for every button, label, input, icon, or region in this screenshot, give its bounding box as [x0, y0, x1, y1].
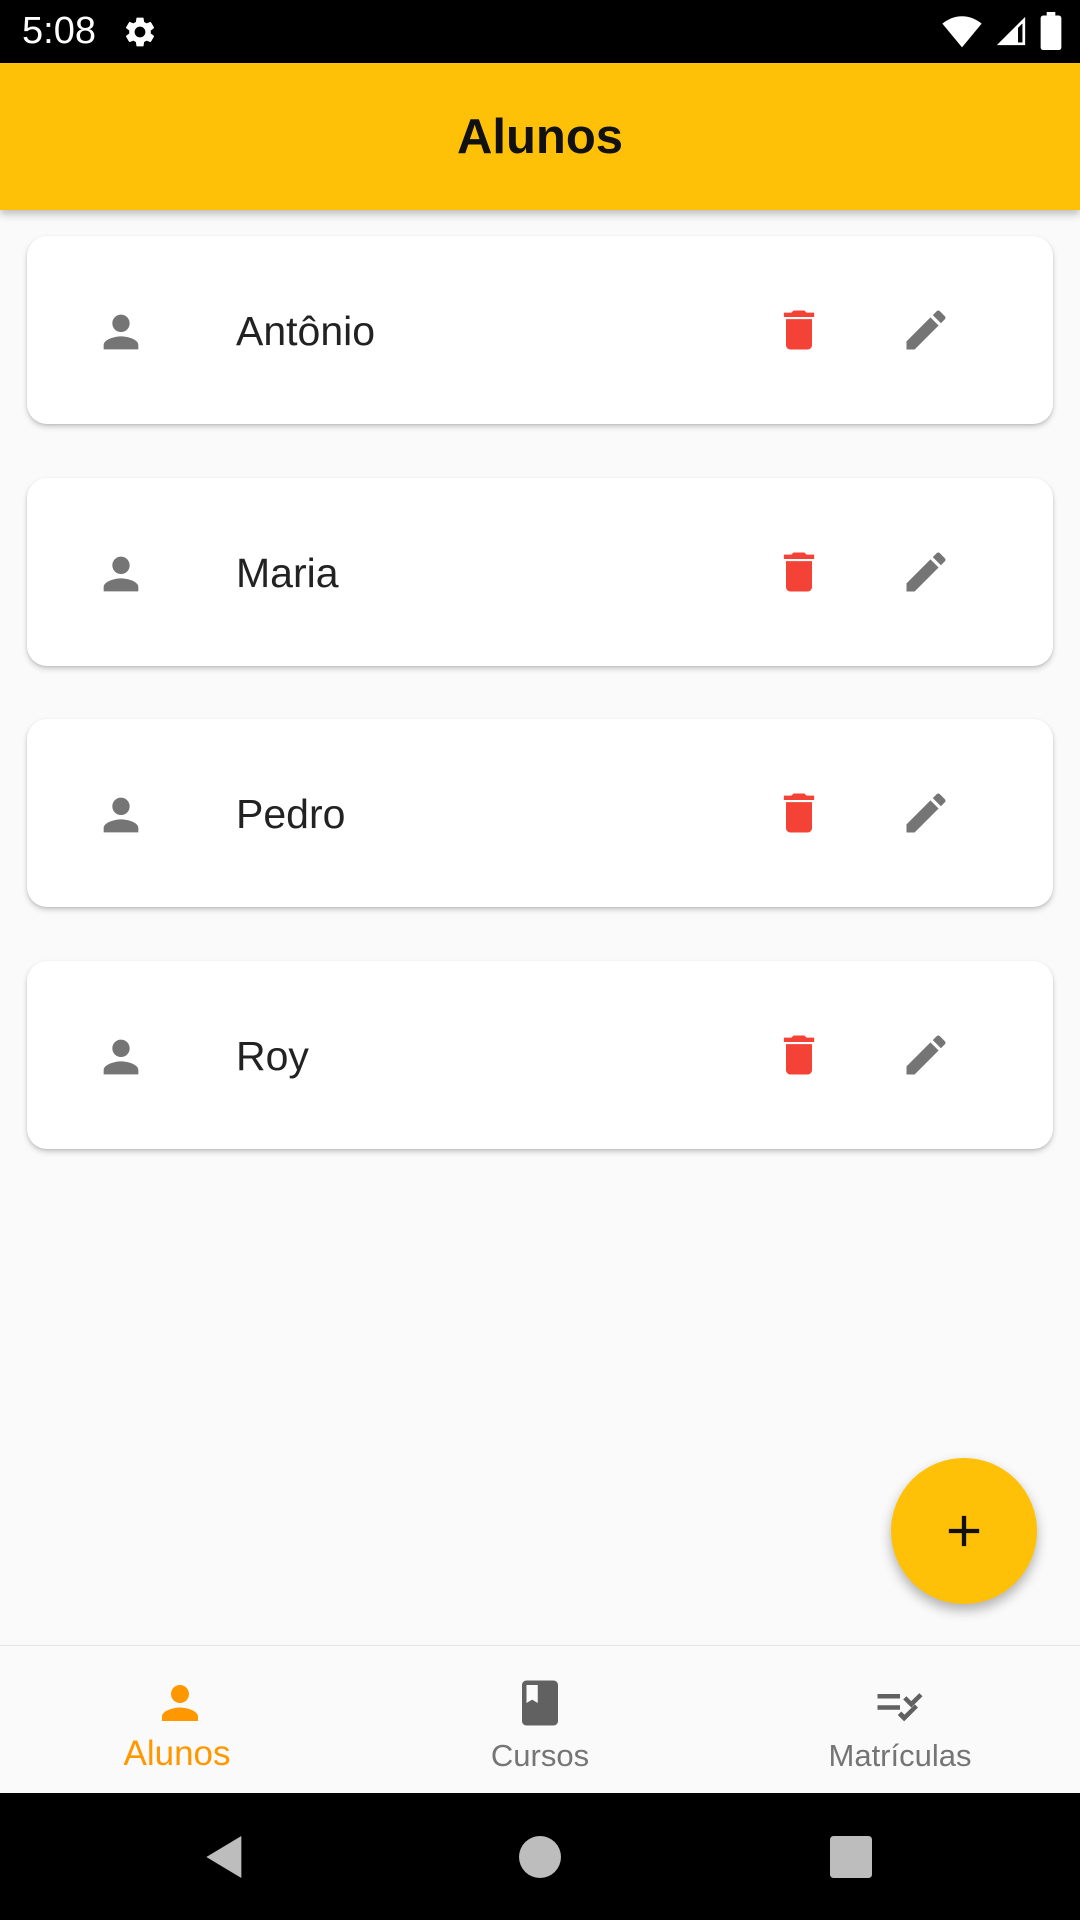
- person-icon: [103, 556, 139, 592]
- signal-icon: [996, 16, 1026, 46]
- back-icon[interactable]: [197, 1829, 253, 1885]
- checklist-icon: [877, 1693, 923, 1722]
- nav-label: Cursos: [490, 1738, 590, 1773]
- student-name: Antônio: [236, 308, 376, 354]
- pencil-icon[interactable]: [900, 1029, 952, 1081]
- add-student-button[interactable]: [891, 1458, 1037, 1604]
- student-name: Pedro: [236, 791, 346, 837]
- person-icon: [103, 314, 139, 350]
- plus-icon: [948, 1515, 980, 1547]
- nav-item-cursos[interactable]: Cursos: [360, 1646, 720, 1794]
- nav-item-matriculas[interactable]: Matrículas: [720, 1646, 1080, 1794]
- recents-icon[interactable]: [823, 1829, 879, 1885]
- list-item[interactable]: Antônio: [27, 236, 1053, 424]
- pencil-icon[interactable]: [900, 787, 952, 839]
- student-name: Maria: [236, 550, 339, 596]
- trash-icon[interactable]: [773, 1029, 825, 1081]
- status-icons: [942, 12, 1062, 50]
- bottom-navigation: Alunos Cursos Matrículas: [0, 1645, 1080, 1794]
- trash-icon[interactable]: [773, 304, 825, 356]
- pencil-icon[interactable]: [900, 304, 952, 356]
- app-bar: Alunos: [0, 63, 1080, 210]
- student-name: Roy: [236, 1033, 309, 1079]
- home-icon[interactable]: [512, 1829, 568, 1885]
- person-icon: [103, 797, 139, 833]
- gear-icon: [125, 17, 155, 47]
- nav-label: Alunos: [123, 1734, 231, 1773]
- status-time: 5:08: [22, 10, 96, 52]
- pencil-icon[interactable]: [900, 546, 952, 598]
- book-icon: [522, 1680, 558, 1726]
- person-icon: [162, 1685, 198, 1721]
- wifi-icon: [942, 16, 982, 48]
- battery-icon: [1040, 12, 1062, 50]
- trash-icon[interactable]: [773, 787, 825, 839]
- list-item[interactable]: Pedro: [27, 719, 1053, 907]
- list-item[interactable]: Maria: [27, 478, 1053, 666]
- status-bar: 5:08: [0, 0, 1080, 63]
- system-navigation-bar: [0, 1793, 1080, 1920]
- page-title: Alunos: [456, 109, 624, 164]
- nav-label: Matrículas: [828, 1738, 972, 1773]
- person-icon: [103, 1039, 139, 1075]
- nav-item-alunos[interactable]: Alunos: [0, 1646, 360, 1794]
- trash-icon[interactable]: [773, 546, 825, 598]
- list-item[interactable]: Roy: [27, 961, 1053, 1149]
